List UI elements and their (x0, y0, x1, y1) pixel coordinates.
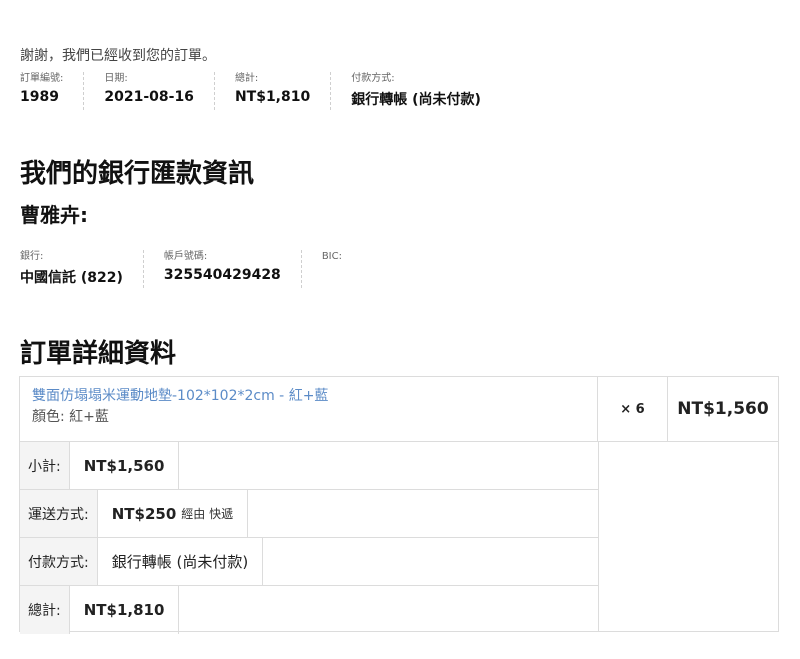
payment-method-text: 銀行轉帳 (尚未付款) (111, 553, 249, 571)
overview-payment-method: 付款方式: 銀行轉帳 (尚未付款) (351, 72, 501, 110)
product-total: NT$1,560 (668, 377, 778, 442)
shipping-method: 經由 快遞 (181, 507, 234, 521)
column-divider (598, 442, 599, 631)
overview-order-number: 訂單編號: 1989 (20, 72, 85, 110)
bank-detail-value: 325540429428 (163, 267, 281, 283)
shipping-value: NT$250 經由 快遞 (98, 490, 249, 537)
product-quantity: × 6 (598, 377, 668, 442)
bank-detail-label: BIC: (321, 251, 342, 262)
subtotal-value: NT$1,560 (70, 442, 180, 489)
overview-label: 日期: (104, 73, 128, 84)
shipping-row: 運送方式: NT$250 經由 快遞 (20, 490, 598, 538)
payment-method-value: 銀行轉帳 (尚未付款) (98, 538, 264, 585)
shipping-label: 運送方式: (20, 490, 98, 537)
subtotal-row: 小計: NT$1,560 (20, 442, 598, 490)
bank-detail-label: 帳戶號碼: (163, 251, 208, 262)
subtotal-amount: NT$1,560 (83, 456, 165, 475)
order-overview: 訂單編號: 1989 日期: 2021-08-16 總計: NT$1,810 付… (20, 72, 521, 110)
overview-total: 總計: NT$1,810 (234, 72, 332, 110)
order-total-amount: NT$1,810 (83, 601, 165, 619)
subtotal-label: 小計: (20, 442, 70, 489)
bic: BIC: (322, 250, 362, 288)
bank-details: 銀行: 中國信託 (822) 帳戶號碼: 325540429428 BIC: (20, 250, 382, 288)
overview-label: 訂單編號: (20, 73, 64, 84)
order-details-table: 雙面仿塌塌米運動地墊-102*102*2cm - 紅+藍 顏色: 紅+藍 × 6… (19, 376, 779, 634)
overview-value: 銀行轉帳 (尚未付款) (351, 92, 481, 108)
bank-detail-value: 中國信託 (822) (20, 270, 123, 286)
bank-name: 銀行: 中國信託 (822) (20, 250, 144, 288)
bank-detail-label: 銀行: (20, 251, 44, 262)
overview-date: 日期: 2021-08-16 (104, 72, 215, 110)
overview-value: 2021-08-16 (104, 89, 194, 105)
order-total-value: NT$1,810 (70, 586, 180, 634)
payment-method-row: 付款方式: 銀行轉帳 (尚未付款) (20, 538, 598, 586)
order-total-row: 總計: NT$1,810 (20, 586, 598, 634)
account-number: 帳戶號碼: 325540429428 (164, 250, 302, 288)
bank-details-heading: 我們的銀行匯款資訊 (20, 159, 255, 189)
product-cell: 雙面仿塌塌米運動地墊-102*102*2cm - 紅+藍 顏色: 紅+藍 (20, 377, 598, 442)
shipping-amount: NT$250 (111, 504, 177, 523)
thank-you-message: 謝謝，我們已經收到您的訂單。 (20, 48, 216, 64)
overview-label: 付款方式: (351, 73, 395, 84)
account-name-heading: 曹雅卉: (20, 203, 88, 227)
overview-value: NT$1,810 (234, 89, 311, 105)
product-variation: 顏色: 紅+藍 (32, 409, 109, 425)
payment-method-label: 付款方式: (20, 538, 98, 585)
order-details-heading: 訂單詳細資料 (20, 339, 177, 369)
overview-value: 1989 (20, 89, 59, 105)
order-total-label: 總計: (20, 586, 70, 634)
product-name-link[interactable]: 雙面仿塌塌米運動地墊-102*102*2cm - 紅+藍 (32, 387, 585, 405)
overview-label: 總計: (234, 73, 259, 84)
